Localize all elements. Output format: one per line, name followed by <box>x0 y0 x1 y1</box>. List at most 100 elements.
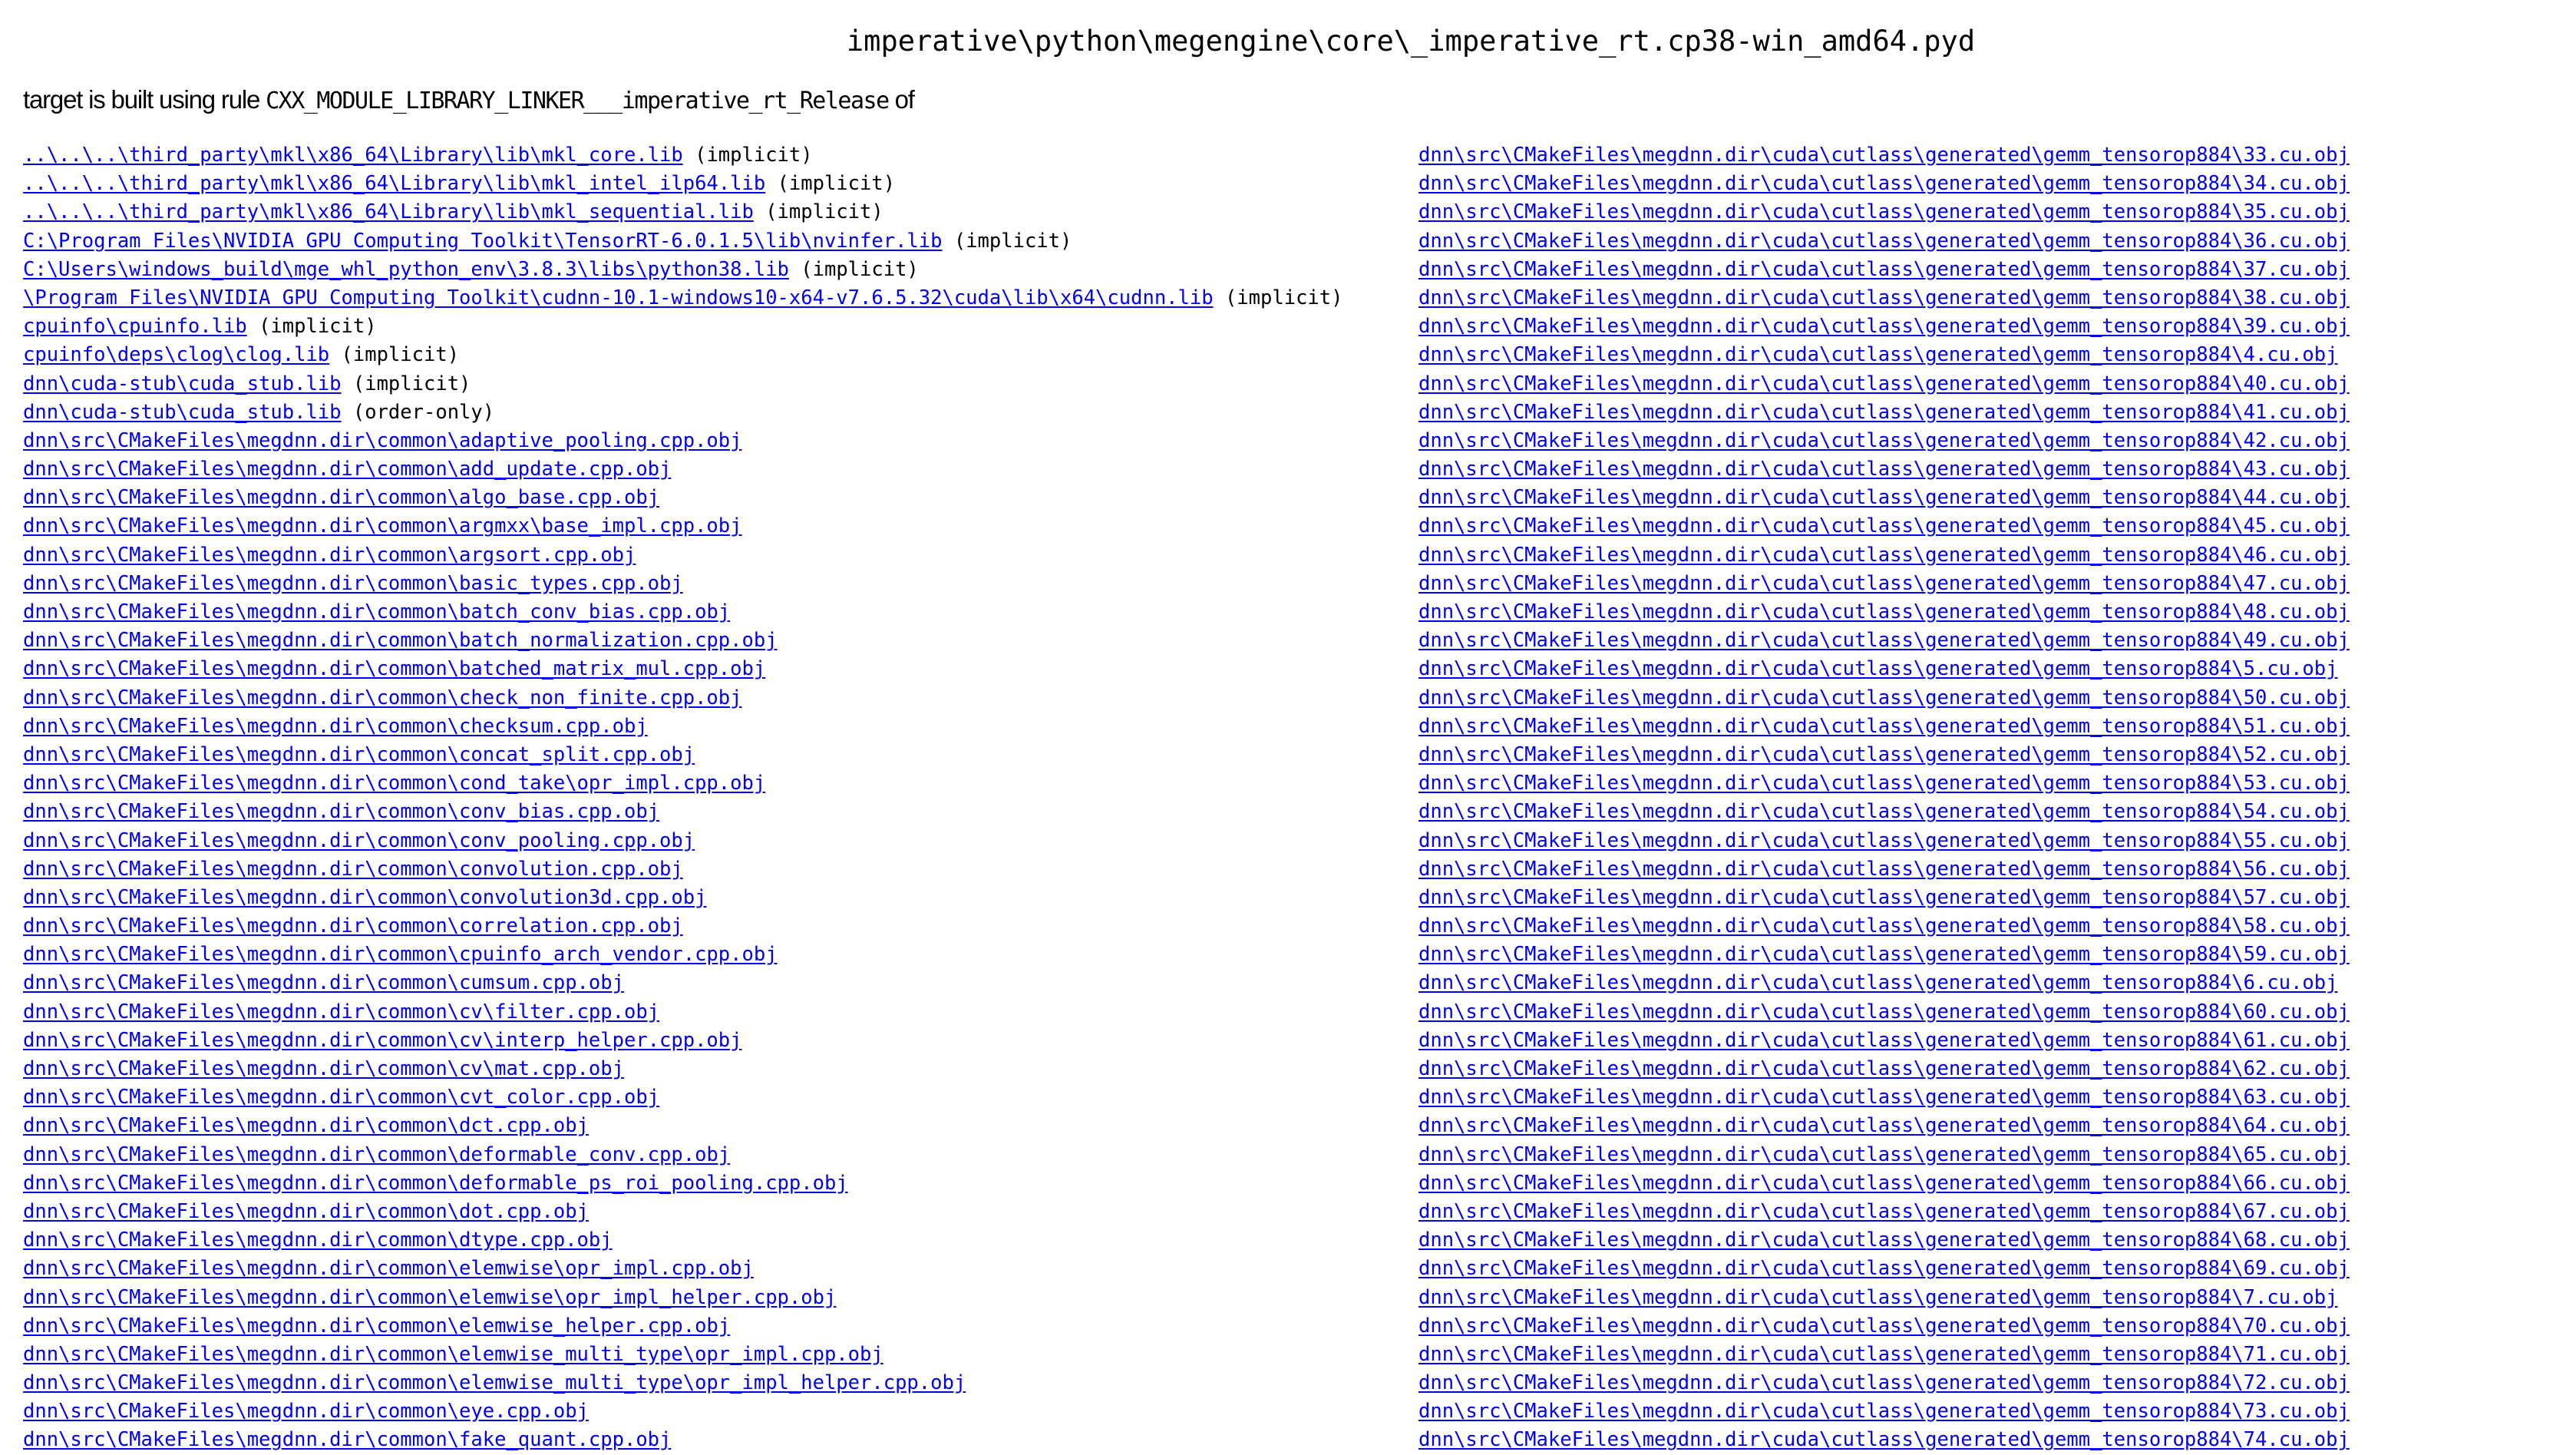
dependency-link[interactable]: dnn\src\CMakeFiles\megdnn.dir\cuda\cutla… <box>1418 1114 2350 1137</box>
dependency-link[interactable]: cpuinfo\deps\clog\clog.lib <box>23 343 329 366</box>
dependency-link[interactable]: dnn\src\CMakeFiles\megdnn.dir\common\ele… <box>23 1286 836 1309</box>
dependency-link[interactable]: dnn\src\CMakeFiles\megdnn.dir\cuda\cutla… <box>1418 172 2350 195</box>
dependency-link[interactable]: dnn\src\CMakeFiles\megdnn.dir\cuda\cutla… <box>1418 914 2350 937</box>
dependency-link[interactable]: dnn\src\CMakeFiles\megdnn.dir\common\eye… <box>23 1400 589 1423</box>
dependency-link[interactable]: dnn\src\CMakeFiles\megdnn.dir\common\bat… <box>23 629 778 652</box>
dependency-link[interactable]: dnn\src\CMakeFiles\megdnn.dir\common\con… <box>23 772 765 795</box>
dependency-link[interactable]: dnn\src\CMakeFiles\megdnn.dir\common\con… <box>23 800 659 823</box>
dependency-link[interactable]: dnn\src\CMakeFiles\megdnn.dir\common\ele… <box>23 1371 966 1394</box>
dependency-link[interactable]: dnn\src\CMakeFiles\megdnn.dir\cuda\cutla… <box>1418 514 2350 537</box>
dependency-link[interactable]: dnn\src\CMakeFiles\megdnn.dir\common\arg… <box>23 514 742 537</box>
dependency-link[interactable]: dnn\src\CMakeFiles\megdnn.dir\cuda\cutla… <box>1418 829 2350 852</box>
dependency-link[interactable]: dnn\src\CMakeFiles\megdnn.dir\cuda\cutla… <box>1418 258 2350 281</box>
dependency-link[interactable]: dnn\src\CMakeFiles\megdnn.dir\common\cv\… <box>23 1057 624 1080</box>
dependency-link[interactable]: dnn\src\CMakeFiles\megdnn.dir\cuda\cutla… <box>1418 971 2337 994</box>
dependency-link[interactable]: dnn\src\CMakeFiles\megdnn.dir\cuda\cutla… <box>1418 715 2350 738</box>
dependency-link[interactable]: dnn\src\CMakeFiles\megdnn.dir\common\cvt… <box>23 1086 659 1109</box>
dependency-link[interactable]: dnn\src\CMakeFiles\megdnn.dir\cuda\cutla… <box>1418 943 2350 966</box>
input-list-item: dnn\src\CMakeFiles\megdnn.dir\common\con… <box>23 884 1342 912</box>
dependency-link[interactable]: dnn\src\CMakeFiles\megdnn.dir\cuda\cutla… <box>1418 315 2350 338</box>
dependency-link[interactable]: dnn\src\CMakeFiles\megdnn.dir\common\bas… <box>23 572 683 595</box>
dependency-link[interactable]: cpuinfo\cpuinfo.lib <box>23 315 247 338</box>
dependency-link[interactable]: dnn\src\CMakeFiles\megdnn.dir\common\ele… <box>23 1314 730 1338</box>
input-list-item: dnn\src\CMakeFiles\megdnn.dir\cuda\cutla… <box>1418 855 2350 884</box>
dependency-link[interactable]: dnn\src\CMakeFiles\megdnn.dir\common\cor… <box>23 914 683 937</box>
dependency-link[interactable]: dnn\src\CMakeFiles\megdnn.dir\cuda\cutla… <box>1418 486 2350 509</box>
dependency-link[interactable]: dnn\src\CMakeFiles\megdnn.dir\common\bat… <box>23 657 765 680</box>
dependency-link[interactable]: dnn\src\CMakeFiles\megdnn.dir\cuda\cutla… <box>1418 1143 2350 1166</box>
dependency-link[interactable]: dnn\src\CMakeFiles\megdnn.dir\cuda\cutla… <box>1418 1200 2350 1223</box>
dependency-link[interactable]: dnn\src\CMakeFiles\megdnn.dir\cuda\cutla… <box>1418 1314 2350 1338</box>
dependency-link[interactable]: dnn\src\CMakeFiles\megdnn.dir\cuda\cutla… <box>1418 772 2350 795</box>
input-list-item: dnn\src\CMakeFiles\megdnn.dir\common\con… <box>23 741 1342 769</box>
dependency-link[interactable]: dnn\src\CMakeFiles\megdnn.dir\cuda\cutla… <box>1418 343 2337 366</box>
dependency-link[interactable]: dnn\src\CMakeFiles\megdnn.dir\cuda\cutla… <box>1418 629 2350 652</box>
dependency-link[interactable]: dnn\cuda-stub\cuda_stub.lib <box>23 401 342 424</box>
dependency-link[interactable]: dnn\src\CMakeFiles\megdnn.dir\common\def… <box>23 1143 730 1166</box>
dependency-link[interactable]: dnn\src\CMakeFiles\megdnn.dir\common\bat… <box>23 600 730 623</box>
dependency-link[interactable]: dnn\src\CMakeFiles\megdnn.dir\common\che… <box>23 715 648 738</box>
dependency-link[interactable]: dnn\src\CMakeFiles\megdnn.dir\cuda\cutla… <box>1418 401 2350 424</box>
input-list-item: dnn\src\CMakeFiles\megdnn.dir\cuda\cutla… <box>1418 1083 2350 1112</box>
dependency-link[interactable]: dnn\src\CMakeFiles\megdnn.dir\cuda\cutla… <box>1418 1343 2350 1366</box>
dependency-link[interactable]: dnn\src\CMakeFiles\megdnn.dir\cuda\cutla… <box>1418 572 2350 595</box>
dependency-link[interactable]: dnn\src\CMakeFiles\megdnn.dir\cuda\cutla… <box>1418 686 2350 709</box>
dependency-link[interactable]: C:\Users\windows_build\mge_whl_python_en… <box>23 258 789 281</box>
dependency-link[interactable]: dnn\src\CMakeFiles\megdnn.dir\cuda\cutla… <box>1418 1286 2337 1309</box>
dependency-link[interactable]: dnn\src\CMakeFiles\megdnn.dir\cuda\cutla… <box>1418 1172 2350 1195</box>
dependency-link[interactable]: dnn\src\CMakeFiles\megdnn.dir\common\ele… <box>23 1343 883 1366</box>
dependency-link[interactable]: dnn\src\CMakeFiles\megdnn.dir\common\con… <box>23 886 706 909</box>
dependency-link[interactable]: dnn\src\CMakeFiles\megdnn.dir\cuda\cutla… <box>1418 544 2350 567</box>
dependency-link[interactable]: dnn\src\CMakeFiles\megdnn.dir\common\def… <box>23 1172 848 1195</box>
dependency-link[interactable]: dnn\src\CMakeFiles\megdnn.dir\common\fak… <box>23 1428 671 1451</box>
dependency-link[interactable]: dnn\src\CMakeFiles\megdnn.dir\common\con… <box>23 858 683 881</box>
dependency-link[interactable]: dnn\src\CMakeFiles\megdnn.dir\common\ele… <box>23 1257 754 1280</box>
input-list-item: dnn\src\CMakeFiles\megdnn.dir\cuda\cutla… <box>1418 941 2350 969</box>
dependency-link[interactable]: dnn\src\CMakeFiles\megdnn.dir\cuda\cutla… <box>1418 1029 2350 1052</box>
dependency-link[interactable]: dnn\src\CMakeFiles\megdnn.dir\cuda\cutla… <box>1418 1000 2350 1023</box>
dependency-link[interactable]: dnn\src\CMakeFiles\megdnn.dir\common\cv\… <box>23 1029 742 1052</box>
dependency-link[interactable]: dnn\src\CMakeFiles\megdnn.dir\common\cpu… <box>23 943 778 966</box>
dependency-link[interactable]: C:\Program Files\NVIDIA GPU Computing To… <box>23 230 942 253</box>
dependency-link[interactable]: dnn\src\CMakeFiles\megdnn.dir\common\dot… <box>23 1200 589 1223</box>
dependency-link[interactable]: dnn\src\CMakeFiles\megdnn.dir\cuda\cutla… <box>1418 230 2350 253</box>
dependency-link[interactable]: dnn\src\CMakeFiles\megdnn.dir\common\dty… <box>23 1228 613 1252</box>
dependency-link[interactable]: \Program Files\NVIDIA GPU Computing Tool… <box>23 286 1214 309</box>
dependency-link[interactable]: dnn\src\CMakeFiles\megdnn.dir\cuda\cutla… <box>1418 286 2350 309</box>
dependency-link[interactable]: dnn\src\CMakeFiles\megdnn.dir\common\cum… <box>23 971 624 994</box>
dependency-link[interactable]: dnn\src\CMakeFiles\megdnn.dir\common\add… <box>23 458 671 481</box>
dependency-link[interactable]: dnn\src\CMakeFiles\megdnn.dir\cuda\cutla… <box>1418 743 2350 766</box>
dependency-link[interactable]: dnn\src\CMakeFiles\megdnn.dir\cuda\cutla… <box>1418 800 2350 823</box>
dependency-link[interactable]: dnn\src\CMakeFiles\megdnn.dir\cuda\cutla… <box>1418 1371 2350 1394</box>
dependency-link[interactable]: dnn\src\CMakeFiles\megdnn.dir\cuda\cutla… <box>1418 429 2350 452</box>
dependency-link[interactable]: ..\..\..\third_party\mkl\x86_64\Library\… <box>23 144 683 167</box>
dependency-link[interactable]: dnn\src\CMakeFiles\megdnn.dir\cuda\cutla… <box>1418 1428 2350 1451</box>
dependency-link[interactable]: dnn\src\CMakeFiles\megdnn.dir\cuda\cutla… <box>1418 1057 2350 1080</box>
input-list-item: dnn\src\CMakeFiles\megdnn.dir\common\ele… <box>23 1312 1342 1341</box>
dependency-link[interactable]: dnn\src\CMakeFiles\megdnn.dir\common\alg… <box>23 486 659 509</box>
dependency-link[interactable]: dnn\cuda-stub\cuda_stub.lib <box>23 372 342 395</box>
dependency-link[interactable]: dnn\src\CMakeFiles\megdnn.dir\cuda\cutla… <box>1418 144 2350 167</box>
dependency-link[interactable]: dnn\src\CMakeFiles\megdnn.dir\common\arg… <box>23 544 636 567</box>
dependency-link[interactable]: dnn\src\CMakeFiles\megdnn.dir\common\con… <box>23 743 695 766</box>
dependency-link[interactable]: dnn\src\CMakeFiles\megdnn.dir\cuda\cutla… <box>1418 1257 2350 1280</box>
dependency-link[interactable]: dnn\src\CMakeFiles\megdnn.dir\common\ada… <box>23 429 742 452</box>
dependency-link[interactable]: dnn\src\CMakeFiles\megdnn.dir\cuda\cutla… <box>1418 600 2350 623</box>
dependency-link[interactable]: dnn\src\CMakeFiles\megdnn.dir\cuda\cutla… <box>1418 200 2350 223</box>
dependency-link[interactable]: dnn\src\CMakeFiles\megdnn.dir\common\dct… <box>23 1114 589 1137</box>
dependency-link[interactable]: dnn\src\CMakeFiles\megdnn.dir\common\con… <box>23 829 695 852</box>
dependency-link[interactable]: ..\..\..\third_party\mkl\x86_64\Library\… <box>23 200 754 223</box>
dependency-link[interactable]: dnn\src\CMakeFiles\megdnn.dir\cuda\cutla… <box>1418 657 2337 680</box>
dependency-link[interactable]: ..\..\..\third_party\mkl\x86_64\Library\… <box>23 172 765 195</box>
dependency-link[interactable]: dnn\src\CMakeFiles\megdnn.dir\common\cv\… <box>23 1000 659 1023</box>
dependency-link[interactable]: dnn\src\CMakeFiles\megdnn.dir\cuda\cutla… <box>1418 458 2350 481</box>
dependency-link[interactable]: dnn\src\CMakeFiles\megdnn.dir\cuda\cutla… <box>1418 886 2350 909</box>
input-list-item: dnn\src\CMakeFiles\megdnn.dir\cuda\cutla… <box>1418 398 2350 427</box>
dependency-link[interactable]: dnn\src\CMakeFiles\megdnn.dir\cuda\cutla… <box>1418 1086 2350 1109</box>
dependency-link[interactable]: dnn\src\CMakeFiles\megdnn.dir\cuda\cutla… <box>1418 1400 2350 1423</box>
input-list-item: dnn\src\CMakeFiles\megdnn.dir\common\dty… <box>23 1226 1342 1255</box>
dependency-link[interactable]: dnn\src\CMakeFiles\megdnn.dir\cuda\cutla… <box>1418 372 2350 395</box>
dependency-link[interactable]: dnn\src\CMakeFiles\megdnn.dir\common\che… <box>23 686 742 709</box>
dependency-link[interactable]: dnn\src\CMakeFiles\megdnn.dir\cuda\cutla… <box>1418 1228 2350 1252</box>
dependency-link[interactable]: dnn\src\CMakeFiles\megdnn.dir\cuda\cutla… <box>1418 858 2350 881</box>
